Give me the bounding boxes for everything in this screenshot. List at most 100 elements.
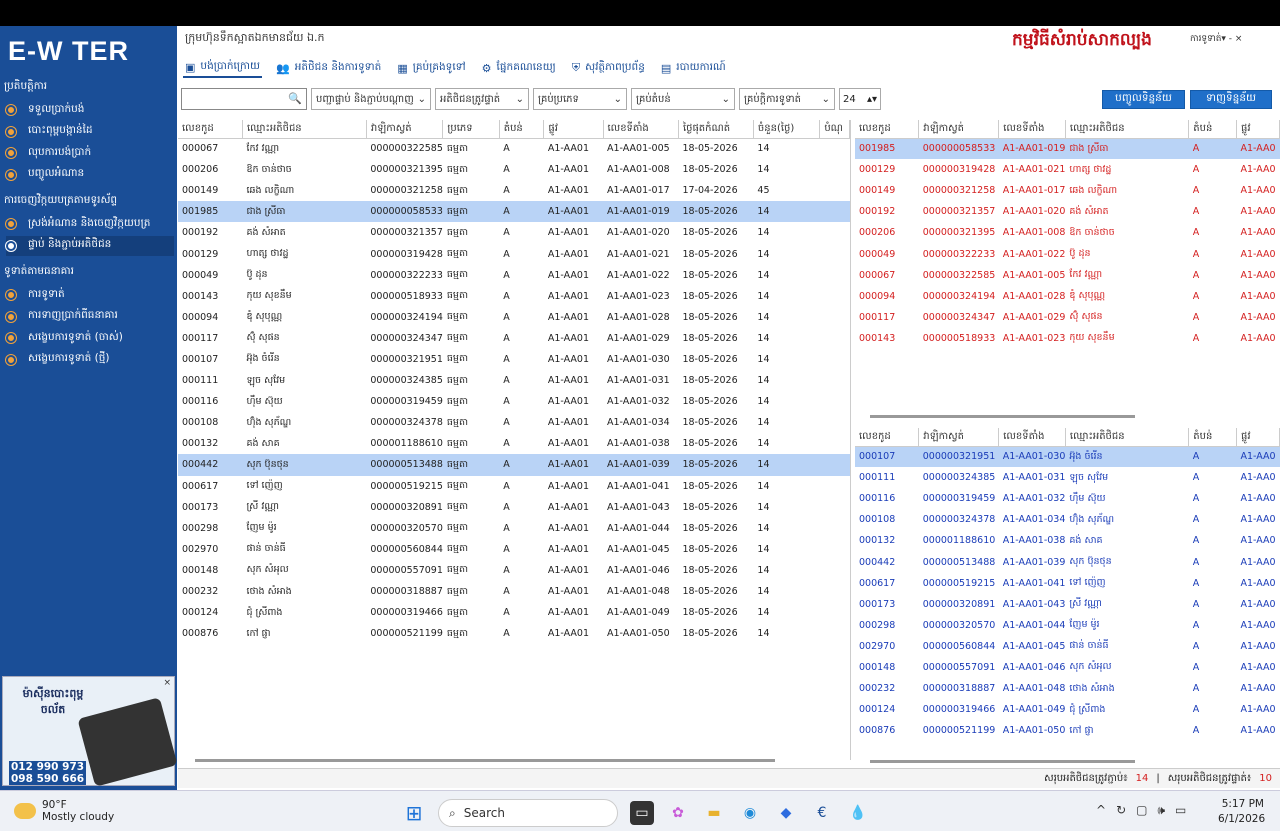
column-header[interactable]: ផ្លូវ: [1236, 428, 1280, 447]
table-row[interactable]: 001985 ជាង ស្រីធា 000000058533 ធម្មតា A A1-AA…: [178, 201, 850, 223]
table-row[interactable]: 000173 000000320891 A1-AA01-043 ស្រី វណ្ណា A…: [855, 594, 1280, 615]
table-row[interactable]: 000149 000000321258 A1-AA01-017 ឆេង លក្ខិណា…: [855, 180, 1280, 201]
search-input[interactable]: 🔍: [181, 88, 307, 110]
copilot-icon[interactable]: ✿: [666, 801, 690, 825]
table-row[interactable]: 000876 កៅ ផ្ញា 000000521199 ធម្មតា A A1-AA01 A…: [178, 623, 850, 644]
table-row[interactable]: 000149 ឆេង លក្ខិណា 000000321258 ធម្មតា A A1-A…: [178, 180, 850, 201]
column-header[interactable]: បំណុ: [819, 120, 850, 139]
tab-1[interactable]: 👥 អតិថិជន និងការទូទាត់: [274, 58, 383, 78]
tab-2[interactable]: ▦ គ្រប់គ្រងទូទៅ: [395, 58, 467, 78]
file-explorer-icon[interactable]: ▬: [702, 801, 726, 825]
table-row[interactable]: 000192 000000321357 A1-AA01-020 គង់ សំអាត A A…: [855, 201, 1280, 222]
sidebar-item[interactable]: ការទាញប្រាក់ពីធនាគារ: [6, 307, 174, 327]
column-header[interactable]: លេខកូដ: [855, 428, 920, 447]
table-row[interactable]: 000173 ស្រី វណ្ណា 000000320891 ធម្មតា A A1-AA…: [178, 497, 850, 518]
edge-browser-icon[interactable]: ◉: [738, 801, 762, 825]
filter-customer-dropdown[interactable]: អតិថិជនត្រូវផ្ទាត់ ⌄: [435, 88, 529, 110]
chevron-up-icon[interactable]: ^: [1096, 803, 1106, 818]
table-row[interactable]: 000116 000000319459 A1-AA01-032 ហ៊ឹម ស៊ុយ A A…: [855, 488, 1280, 509]
clock[interactable]: 5:17 PM 6/1/2026: [1218, 797, 1265, 827]
column-header[interactable]: ប្រភេទ: [442, 120, 500, 139]
taskbar-search[interactable]: ⌕ Search: [438, 799, 618, 827]
column-header[interactable]: លេខទីតាំង: [998, 428, 1066, 447]
table-row[interactable]: 000617 000000519215 A1-AA01-041 ទៅ ញ៉េញ A A1-…: [855, 573, 1280, 594]
table-row[interactable]: 000124 ជុំ ស្រីពាង 000000319466 ធម្មតា A A1-A…: [178, 602, 850, 623]
table-row[interactable]: 000107 អ៊ុង ចំរើន 000000321951 ធម្មតា A A1-AA…: [178, 349, 850, 370]
table-row[interactable]: 000129 ហាត្ស ថាវដ្ឋ 000000319428 ធម្មតា A A1-…: [178, 243, 850, 264]
column-header[interactable]: លេខកូដ: [855, 120, 920, 139]
tab-5[interactable]: ▤ របាយការណ៍: [659, 58, 728, 78]
table-row[interactable]: 000124 000000319466 A1-AA01-049 ជុំ ស្រីពាង…: [855, 699, 1280, 720]
table-row[interactable]: 000617 ទៅ ញ៉េញ 000000519215 ធម្មតា A A1-AA01 A…: [178, 476, 850, 497]
table-row[interactable]: 000067 000000322585 A1-AA01-005 កែវ វណ្ណា A A…: [855, 265, 1280, 286]
table-row[interactable]: 002970 ផាន់ ចាន់ធី 000000560844 ធម្មតា A A1-A…: [178, 539, 850, 560]
stepper-arrows-icon[interactable]: ▴▾: [867, 94, 877, 105]
import-data-button[interactable]: បញ្ចូលទិន្នន័យ: [1102, 90, 1185, 109]
volume-icon[interactable]: 🕪: [1157, 803, 1165, 818]
table-row[interactable]: 000206 000000321395 A1-AA01-008 ឱក ចាន់ថាច A…: [855, 222, 1280, 243]
network-icon[interactable]: ▢: [1136, 803, 1147, 818]
table-row[interactable]: 000094 ឌុំ សុបុណ្ណ 000000324194 ធម្មតា A A1-A…: [178, 307, 850, 328]
table-row[interactable]: 000442 000000513488 A1-AA01-039 សុក ប៊ុនថុន…: [855, 551, 1280, 572]
sidebar-item[interactable]: បោះពុម្ពបង្កាន់ដៃ: [6, 122, 174, 142]
ewater-app-icon[interactable]: €: [810, 801, 834, 825]
column-header[interactable]: វាឡិកាស្វត់: [366, 120, 444, 139]
printer-ad-banner[interactable]: × ម៉ាស៊ីនបោះពុម្ពចល័ត 012 990 973 098 59…: [2, 676, 178, 787]
table-row[interactable]: 000206 ឱក ចាន់ថាច 000000321395 ធម្មតា A A1-AA…: [178, 159, 850, 180]
store-icon[interactable]: ◆: [774, 801, 798, 825]
column-header[interactable]: វាឡិកាស្វត់: [918, 428, 1000, 447]
count-stepper[interactable]: 24 ▴▾: [839, 88, 881, 110]
table-row[interactable]: 000143 000000518933 A1-AA01-023 កុយ សុខនឹម A…: [855, 328, 1280, 349]
windows-start-icon[interactable]: ⊞: [402, 801, 426, 825]
column-header[interactable]: ផ្លូវ: [1236, 120, 1280, 139]
table-row[interactable]: 000111 000000324385 A1-AA01-031 ឡុច សុវែម A A…: [855, 467, 1280, 488]
column-header[interactable]: ចំនួន(ថ្ងៃ): [753, 120, 821, 139]
right-top-scrollbar[interactable]: [870, 415, 1135, 418]
column-header[interactable]: លេខទីតាំង: [603, 120, 679, 139]
table-row[interactable]: 000049 000000322233 A1-AA01-022 ប៊ូ ដុន A A1-…: [855, 243, 1280, 264]
table-row[interactable]: 001985 000000058533 A1-AA01-019 ជាង ស្រីធា A…: [855, 138, 1280, 160]
column-header[interactable]: តំបន់: [499, 120, 545, 139]
column-header[interactable]: ឈ្មោះអតិថិជន: [1065, 428, 1190, 447]
filter-payment-dropdown[interactable]: គ្រប់ក្តិការទូទាត់ ⌄: [739, 88, 835, 110]
table-row[interactable]: 000108 000000324378 A1-AA01-034 ហ៊ុំង សុភ័ណ…: [855, 509, 1280, 530]
column-header[interactable]: តំបន់: [1188, 120, 1237, 139]
column-header[interactable]: លេខទីតាំង: [998, 120, 1066, 139]
sidebar-item[interactable]: ការទូទាត់: [6, 285, 174, 305]
ad-close-icon[interactable]: ×: [163, 678, 171, 688]
left-horizontal-scrollbar[interactable]: [195, 759, 775, 762]
column-header[interactable]: ឈ្មោះអតិថិជន: [1065, 120, 1190, 139]
table-row[interactable]: 000148 សុក សំអុល 000000557091 ធម្មតា A A1-AA0…: [178, 560, 850, 581]
sidebar-item[interactable]: ទទួលប្រាក់បង់: [6, 100, 174, 120]
table-row[interactable]: 000232 000000318887 A1-AA01-048 ថោង សំអាង A A…: [855, 678, 1280, 699]
table-row[interactable]: 000107 000000321951 A1-AA01-030 អ៊ុង ចំរើន A…: [855, 446, 1280, 468]
table-row[interactable]: 000876 000000521199 A1-AA01-050 កៅ ផ្ញា A A1-…: [855, 720, 1280, 741]
tab-0[interactable]: ▣ បង់ប្រាក់ក្រោយ: [183, 58, 262, 78]
tab-3[interactable]: ⚙ ផ្នែកគណនេយ្យ: [480, 58, 558, 78]
filter-area-dropdown[interactable]: គ្រប់តំបន់ ⌄: [631, 88, 735, 110]
column-header[interactable]: ឈ្មោះអតិថិជន: [242, 120, 367, 139]
sidebar-item[interactable]: លុបការបង់ប្រាក់: [6, 143, 174, 163]
column-header[interactable]: វាឡិកាស្វត់: [918, 120, 1000, 139]
column-header[interactable]: ថ្ងៃផុតកំណត់: [678, 120, 754, 139]
column-header[interactable]: លេខកូដ: [178, 120, 243, 139]
sidebar-item[interactable]: ផ្ទាប់ និងភ្ជាប់អតិថិជន: [6, 235, 174, 256]
table-row[interactable]: 000442 សុក ប៊ុនថុន 000000513488 ធម្មតា A A1-A…: [178, 454, 850, 476]
water-drop-app-icon[interactable]: 💧: [846, 801, 870, 825]
sidebar-item[interactable]: សង្ខេបការទូទាត់ (ថ្មី): [6, 350, 174, 370]
table-row[interactable]: 000143 កុយ សុខនឹម 000000518933 ធម្មតា A A1-AA…: [178, 286, 850, 307]
table-row[interactable]: 000067 កែវ វណ្ណា 000000322585 ធម្មតា A A1-AA0…: [178, 138, 850, 159]
table-row[interactable]: 000116 ហ៊ឹម ស៊ុយ 000000319459 ធម្មតា A A1-AA0…: [178, 391, 850, 412]
table-row[interactable]: 000108 ហ៊ុំង សុភ័ណ្ឌ 000000324378 ធម្មតា A A1…: [178, 412, 850, 433]
table-row[interactable]: 000232 ថោង សំអាង 000000318887 ធម្មតា A A1-AA0…: [178, 581, 850, 602]
table-row[interactable]: 000132 គង់ សាគ 000001188610 ធម្មតា A A1-AA01 A…: [178, 433, 850, 454]
pull-data-button[interactable]: ទាញទិន្នន័យ: [1190, 90, 1272, 109]
sidebar-item[interactable]: បញ្ចូលអំណាន: [6, 165, 174, 185]
battery-icon[interactable]: ▭: [1175, 803, 1186, 818]
right-bottom-scrollbar[interactable]: [870, 760, 1135, 763]
table-row[interactable]: 000129 000000319428 A1-AA01-021 ហាត្ស ថាវដ្…: [855, 159, 1280, 180]
filter-operation-dropdown[interactable]: បញ្ជាផ្ទាប់ និងភ្ជាប់បណ្តាញ ⌄: [311, 88, 431, 110]
task-view-icon[interactable]: ▭: [630, 801, 654, 825]
table-row[interactable]: 002970 000000560844 A1-AA01-045 ផាន់ ចាន់ធី…: [855, 636, 1280, 657]
sync-icon[interactable]: ↻: [1116, 803, 1126, 818]
